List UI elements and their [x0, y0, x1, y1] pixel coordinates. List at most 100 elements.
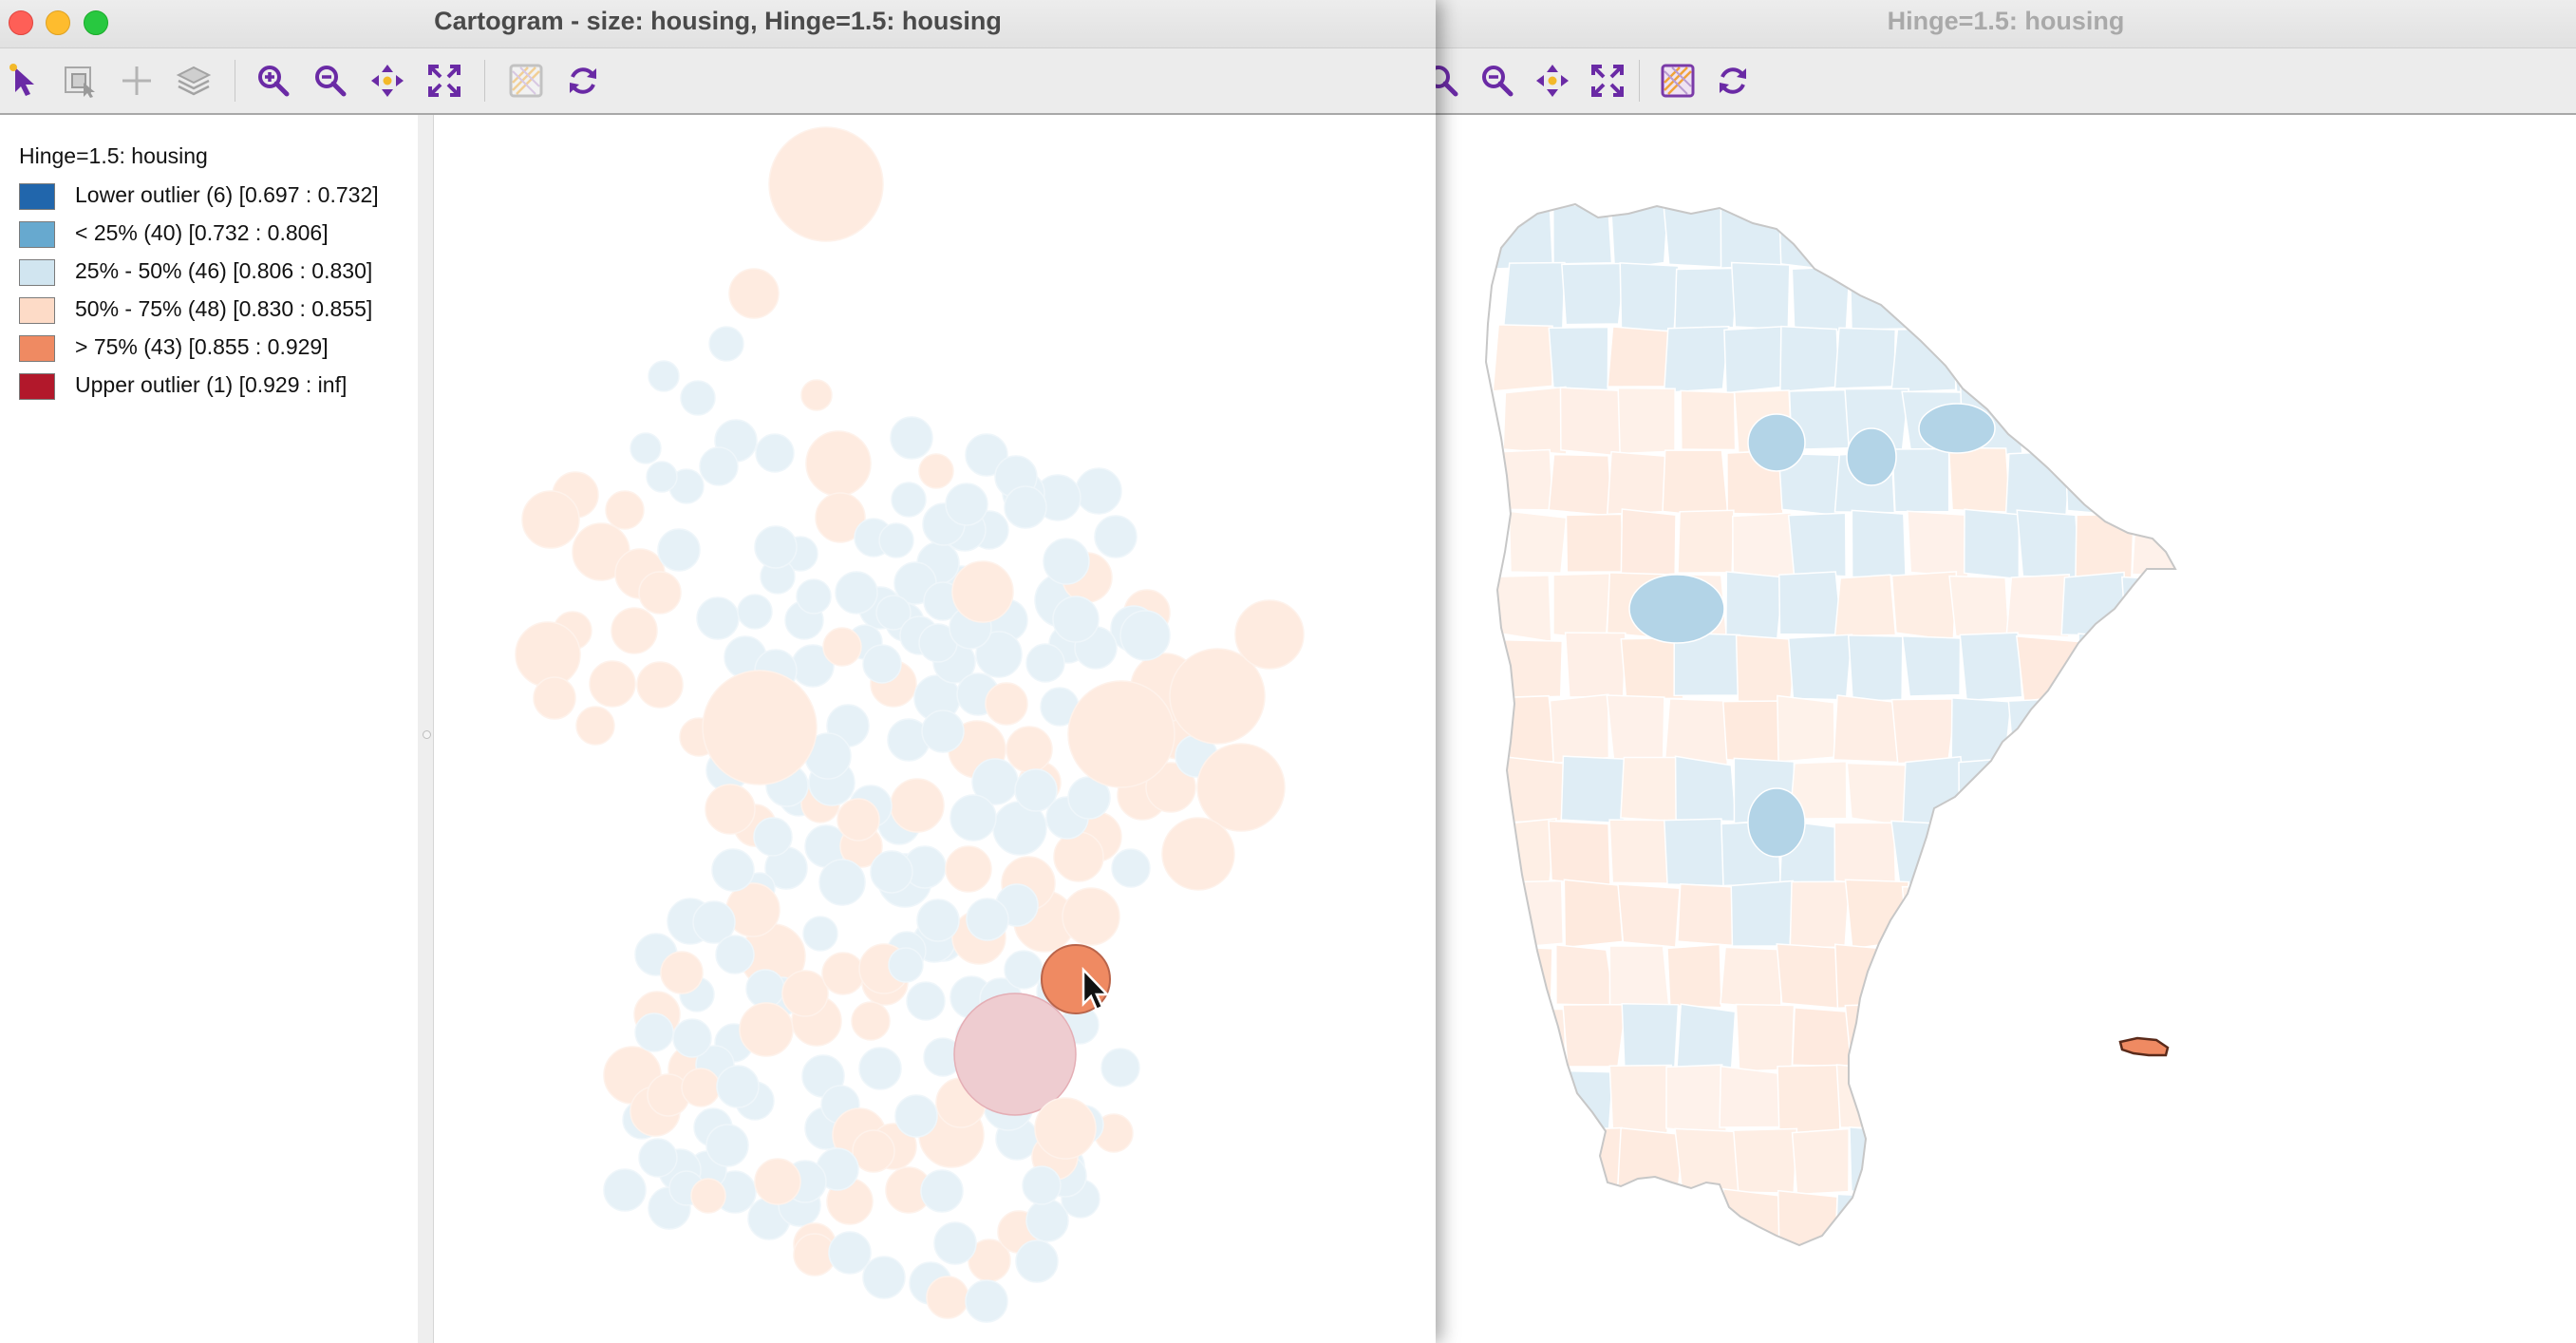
map-region[interactable] — [2189, 636, 2251, 698]
cartogram-bubble[interactable] — [648, 360, 680, 392]
map-region[interactable] — [2124, 449, 2183, 519]
map-region[interactable] — [2004, 450, 2072, 518]
cartogram-bubble[interactable] — [818, 859, 866, 906]
map-region[interactable] — [2119, 818, 2184, 890]
map-region[interactable] — [1890, 571, 1958, 642]
map-region[interactable] — [1732, 1127, 1798, 1194]
map-region[interactable] — [2190, 513, 2252, 578]
cartogram-bubble[interactable] — [630, 432, 662, 464]
map-region[interactable] — [1891, 447, 1950, 513]
cartogram-bubble[interactable] — [636, 661, 684, 709]
map-region[interactable] — [2066, 1065, 2122, 1133]
map-region[interactable] — [2191, 759, 2250, 819]
map-region[interactable] — [1907, 510, 1969, 578]
map-region[interactable] — [1949, 818, 2011, 882]
cartogram-bubble[interactable] — [870, 850, 913, 894]
map-region[interactable] — [1747, 413, 1806, 472]
map-region[interactable] — [1730, 261, 1791, 331]
cartogram-bubble[interactable] — [862, 644, 902, 684]
map-region[interactable] — [1503, 880, 1565, 950]
map-region[interactable] — [2004, 1064, 2066, 1131]
cartogram-bubble[interactable] — [680, 380, 716, 416]
cartogram-bubble[interactable] — [696, 596, 740, 640]
map-region[interactable] — [1608, 1064, 1673, 1135]
map-region[interactable] — [1616, 1126, 1684, 1197]
map-region[interactable] — [1508, 510, 1568, 574]
map-region[interactable] — [2129, 1002, 2191, 1070]
map-region[interactable] — [1607, 326, 1673, 388]
cartogram-bubble[interactable] — [1004, 485, 1047, 529]
map-region[interactable] — [1777, 694, 1836, 763]
map-region[interactable] — [1609, 201, 1669, 271]
cartogram-bubble[interactable] — [728, 268, 780, 319]
cartogram-bubble[interactable] — [1015, 1239, 1059, 1283]
cartogram-bubble[interactable] — [638, 1138, 678, 1178]
map-region[interactable] — [2007, 200, 2065, 269]
map-region[interactable] — [1606, 450, 1672, 516]
map-region[interactable] — [1959, 632, 2023, 702]
map-region[interactable] — [1958, 756, 2024, 821]
map-region[interactable] — [1847, 634, 1904, 703]
cartogram-bubble[interactable] — [605, 490, 645, 530]
map-region[interactable] — [1890, 1192, 1956, 1257]
map-region[interactable] — [1952, 201, 2014, 273]
cartogram-bubble[interactable] — [945, 845, 992, 893]
zoom-out-icon[interactable] — [1478, 62, 1516, 100]
map-region[interactable] — [1565, 513, 1625, 574]
map-region[interactable] — [1844, 1003, 1908, 1073]
cartogram-bubble[interactable] — [878, 522, 914, 558]
map-region[interactable] — [1628, 574, 1725, 644]
map-region[interactable] — [1735, 1003, 1796, 1072]
cartogram-bubble[interactable] — [768, 126, 884, 242]
map-region[interactable] — [1606, 694, 1665, 762]
map-region[interactable] — [1555, 943, 1616, 1007]
map-region[interactable] — [1562, 1003, 1627, 1068]
map-region[interactable] — [1835, 1064, 1896, 1129]
cartogram-bubble[interactable] — [821, 952, 865, 995]
map-region[interactable] — [1778, 571, 1843, 635]
cartogram-bubble[interactable] — [1075, 467, 1122, 515]
cartogram-bubble[interactable] — [985, 682, 1028, 726]
zoom-out-icon[interactable] — [311, 62, 349, 100]
splitter-handle[interactable] — [423, 730, 431, 739]
cartogram-bubble[interactable] — [916, 898, 960, 942]
cartogram-bubble[interactable] — [638, 571, 682, 615]
map-region[interactable] — [2078, 633, 2134, 704]
map-region[interactable] — [1492, 324, 1553, 392]
refresh-icon[interactable] — [1714, 62, 1752, 100]
map-region[interactable] — [2133, 263, 2195, 330]
map-region[interactable] — [1494, 818, 1557, 890]
cartogram-bubble[interactable] — [921, 709, 965, 753]
map-region[interactable] — [2193, 386, 2246, 450]
map-region[interactable] — [1791, 1007, 1854, 1068]
map-region[interactable] — [1559, 387, 1624, 458]
map-region[interactable] — [1502, 386, 1568, 455]
map-region[interactable] — [1779, 325, 1840, 393]
cartogram-bubble[interactable] — [828, 1231, 872, 1275]
cartogram-bubble[interactable] — [1052, 596, 1100, 643]
map-region[interactable] — [1494, 1188, 1554, 1256]
cartogram-bubble[interactable] — [1067, 680, 1175, 788]
map-region[interactable] — [1559, 1126, 1626, 1194]
map-region[interactable] — [1621, 1002, 1680, 1070]
map-region[interactable] — [1960, 884, 2026, 946]
cartogram-bubble[interactable] — [672, 1018, 712, 1058]
cartogram-bubble[interactable] — [926, 1276, 969, 1319]
map-region[interactable] — [1721, 700, 1783, 764]
cartogram-bubble[interactable] — [920, 1169, 964, 1213]
map-region[interactable] — [1787, 634, 1853, 701]
map-region[interactable] — [2174, 570, 2239, 638]
map-region[interactable] — [2064, 446, 2124, 517]
map-region[interactable] — [2117, 326, 2184, 393]
map-region[interactable] — [2021, 386, 2081, 452]
map-region[interactable] — [1851, 509, 1907, 579]
map-region[interactable] — [1890, 698, 1958, 765]
cartogram-bubble[interactable] — [681, 1068, 721, 1107]
map-region[interactable] — [1665, 1064, 1728, 1137]
cartogram-bubble[interactable] — [737, 594, 773, 630]
map-region[interactable] — [1947, 446, 2011, 514]
map-region[interactable] — [2063, 694, 2127, 763]
map-region[interactable] — [1560, 755, 1626, 824]
cartogram-bubble[interactable] — [739, 1002, 794, 1057]
map-region[interactable] — [1844, 879, 1910, 950]
